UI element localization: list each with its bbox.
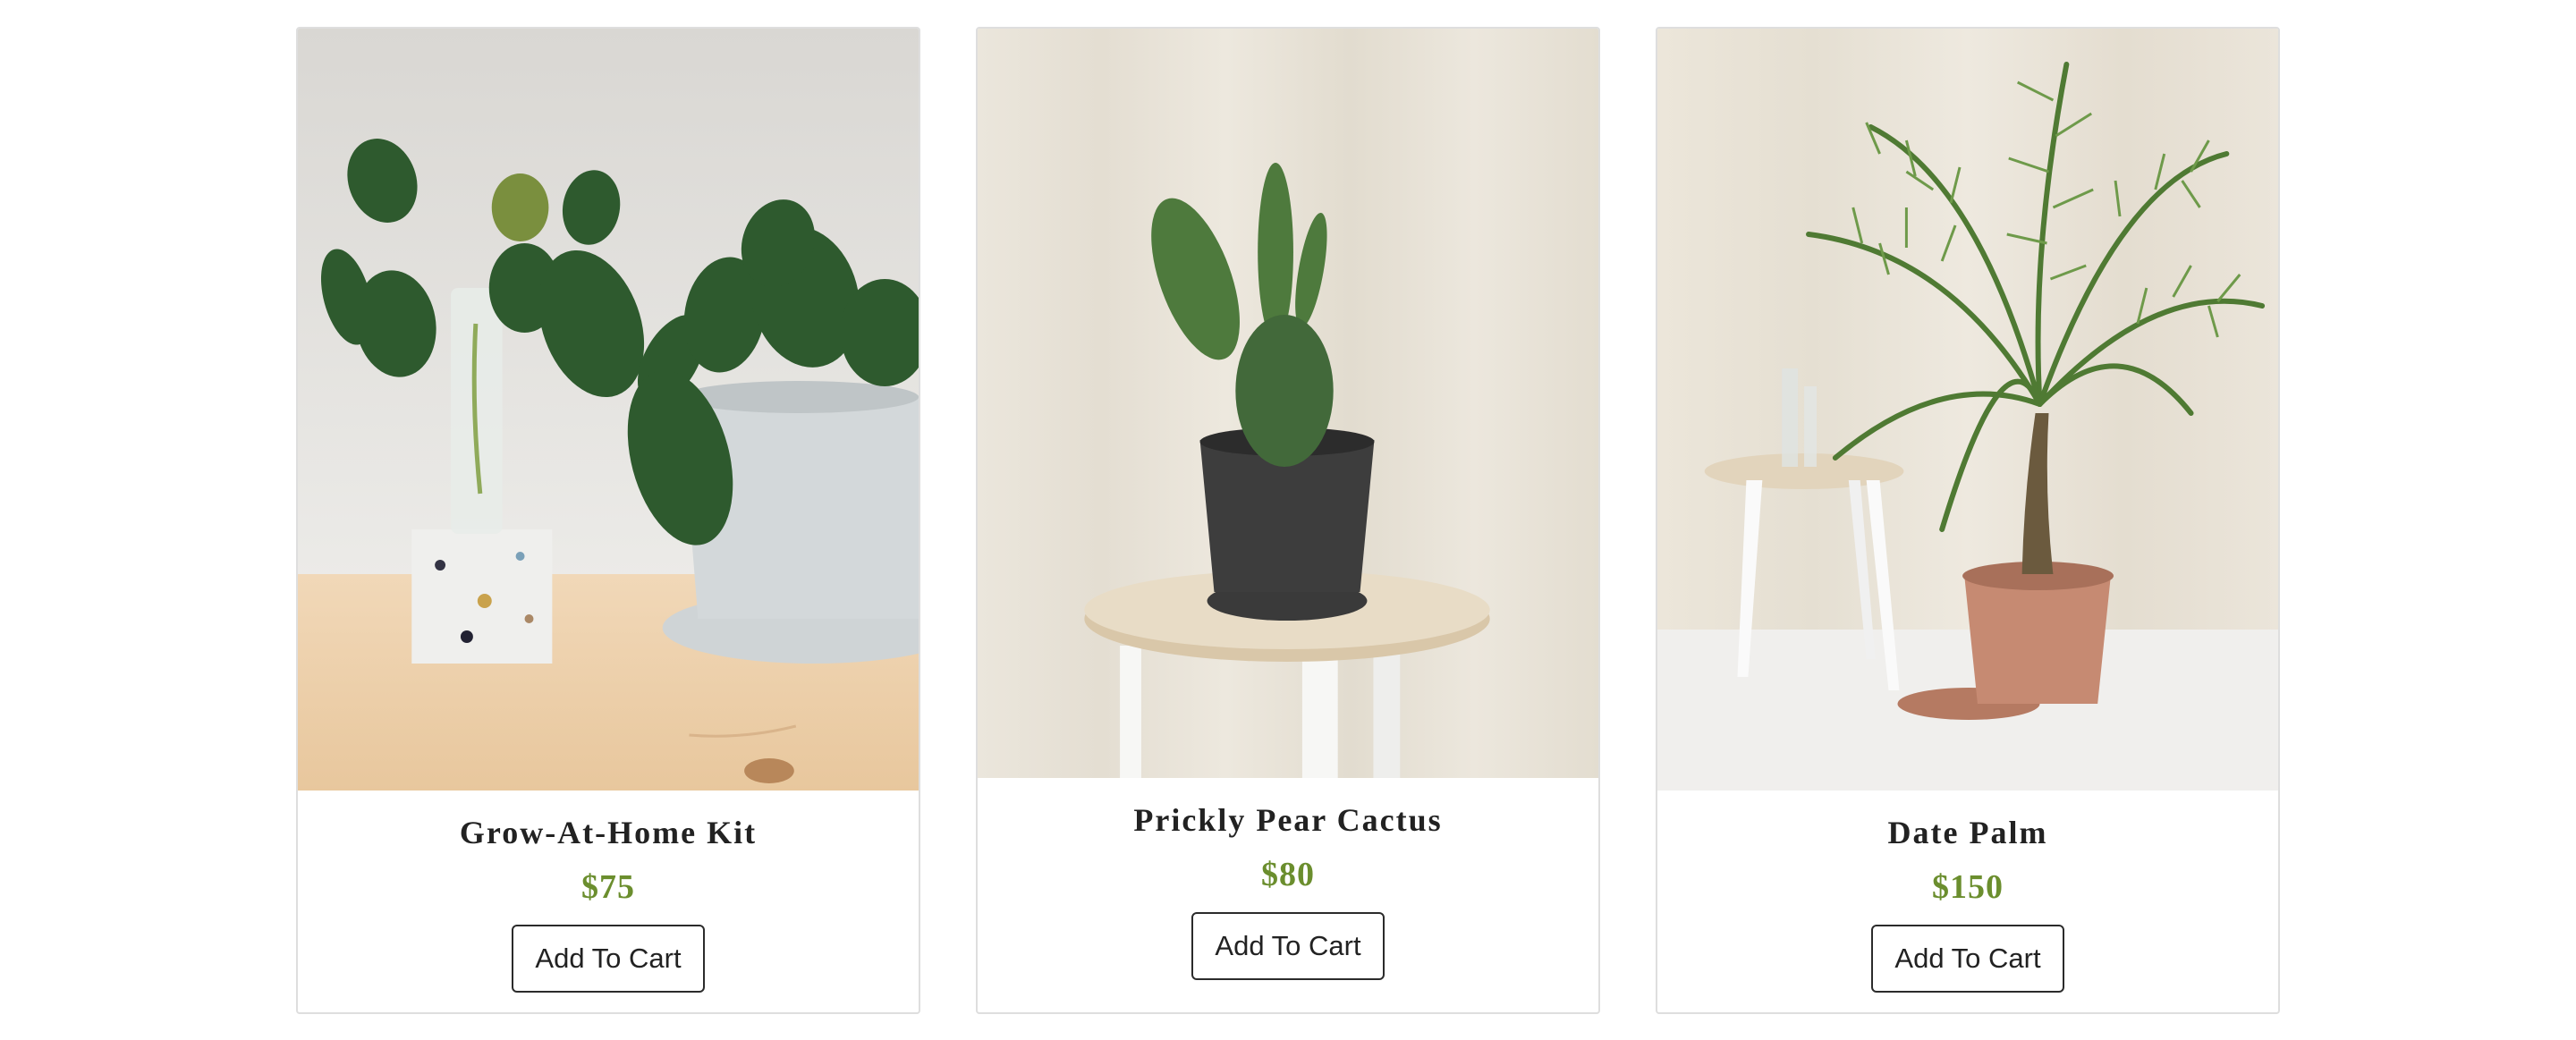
product-card: Prickly Pear Cactus $80 Add To Cart <box>976 27 1600 1014</box>
product-name[interactable]: Date Palm <box>1888 814 2048 851</box>
product-image[interactable] <box>298 29 919 791</box>
product-image[interactable] <box>1657 29 2278 791</box>
product-card: Date Palm $150 Add To Cart <box>1656 27 2280 1014</box>
add-to-cart-button[interactable]: Add To Cart <box>1871 925 2064 993</box>
product-image[interactable] <box>978 29 1598 778</box>
product-price: $80 <box>1261 856 1315 893</box>
add-to-cart-button[interactable]: Add To Cart <box>512 925 705 993</box>
product-price: $150 <box>1932 868 2004 906</box>
product-price: $75 <box>581 868 635 906</box>
product-card: Grow-At-Home Kit $75 Add To Cart <box>296 27 920 1014</box>
product-name[interactable]: Prickly Pear Cactus <box>1133 801 1442 839</box>
product-grid: Grow-At-Home Kit $75 Add To Cart Prickly… <box>296 27 2280 1014</box>
product-name[interactable]: Grow-At-Home Kit <box>460 814 757 851</box>
add-to-cart-button[interactable]: Add To Cart <box>1191 912 1385 980</box>
